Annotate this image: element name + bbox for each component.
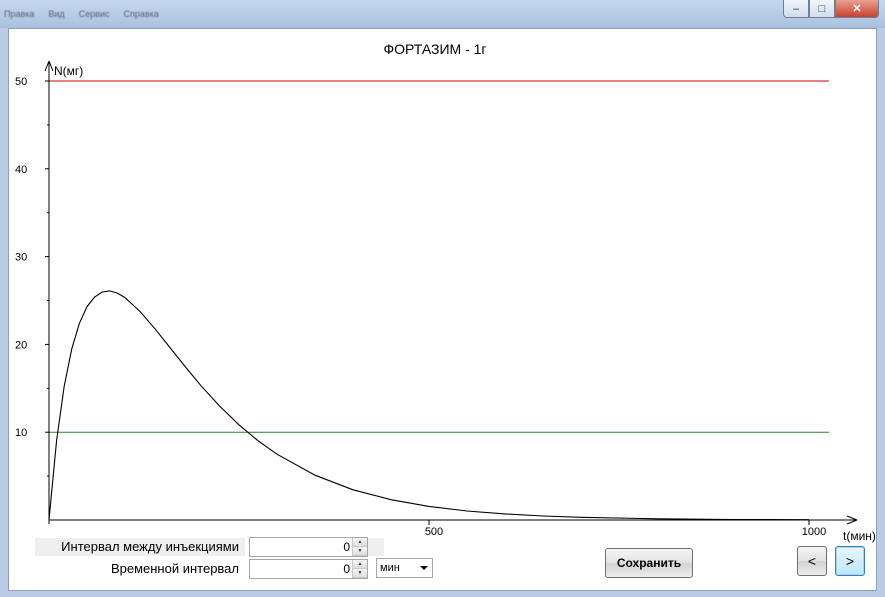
y-axis-label: N(мг) bbox=[54, 64, 83, 78]
save-button[interactable]: Сохранить bbox=[605, 548, 693, 578]
time-interval-spinner[interactable]: ▲ ▼ bbox=[249, 559, 368, 579]
spinner-up-icon[interactable]: ▲ bbox=[353, 538, 367, 547]
spinner-down-icon[interactable]: ▼ bbox=[353, 547, 367, 556]
concentration-chart: ФОРТАЗИМ - 1г 10 20 30 40 50 500 1000 N(мг) t(… bbox=[15, 41, 876, 543]
close-icon: ✕ bbox=[852, 3, 862, 15]
close-button[interactable]: ✕ bbox=[835, 0, 879, 18]
injection-interval-input[interactable] bbox=[250, 538, 352, 556]
spinner-up-icon[interactable]: ▲ bbox=[353, 560, 367, 569]
maximize-icon: □ bbox=[818, 2, 826, 15]
x-tick-label-1000: 1000 bbox=[802, 526, 826, 538]
minimize-icon: – bbox=[792, 2, 800, 15]
window-title-bar: Правка Вид Сервис Справка – □ ✕ bbox=[0, 0, 885, 28]
time-interval-row: Временной интервал ▲ ▼ bbox=[35, 559, 368, 579]
y-tick-label-40: 40 bbox=[15, 164, 27, 176]
minimize-button[interactable]: – bbox=[783, 0, 809, 18]
y-tick-label-30: 30 bbox=[15, 252, 27, 264]
y-tick-label-50: 50 bbox=[15, 76, 27, 88]
menu-item-edit[interactable]: Правка bbox=[4, 9, 34, 19]
series-line bbox=[48, 290, 810, 521]
main-window: ФОРТАЗИМ - 1г 10 20 30 40 50 500 1000 N(мг) t(… bbox=[8, 28, 877, 591]
y-tick-label-20: 20 bbox=[15, 339, 27, 351]
time-unit-select[interactable]: мин bbox=[376, 558, 433, 578]
x-axis-label: t(мин) bbox=[843, 529, 876, 543]
x-tick-label-500: 500 bbox=[425, 526, 443, 538]
menu-bar: Правка Вид Сервис Справка bbox=[4, 9, 159, 19]
chevron-down-icon bbox=[420, 566, 428, 570]
time-interval-input[interactable] bbox=[250, 560, 352, 578]
next-button[interactable]: > bbox=[835, 546, 865, 576]
maximize-button[interactable]: □ bbox=[809, 0, 835, 18]
injection-interval-spinner[interactable]: ▲ ▼ bbox=[249, 537, 368, 557]
injection-interval-row: Интервал между инъекциями ▲ ▼ bbox=[35, 537, 384, 557]
injection-interval-label: Интервал между инъекциями bbox=[35, 538, 245, 556]
y-tick-label-10: 10 bbox=[15, 427, 27, 439]
window-controls: – □ ✕ bbox=[783, 0, 879, 18]
prev-button[interactable]: < bbox=[797, 546, 827, 576]
menu-item-view[interactable]: Вид bbox=[48, 9, 64, 19]
time-unit-value: мин bbox=[380, 562, 400, 574]
menu-item-service[interactable]: Сервис bbox=[79, 9, 110, 19]
spinner-down-icon[interactable]: ▼ bbox=[353, 569, 367, 578]
chart-title: ФОРТАЗИМ - 1г bbox=[383, 41, 486, 57]
menu-item-help[interactable]: Справка bbox=[124, 9, 159, 19]
time-interval-label: Временной интервал bbox=[110, 561, 239, 576]
